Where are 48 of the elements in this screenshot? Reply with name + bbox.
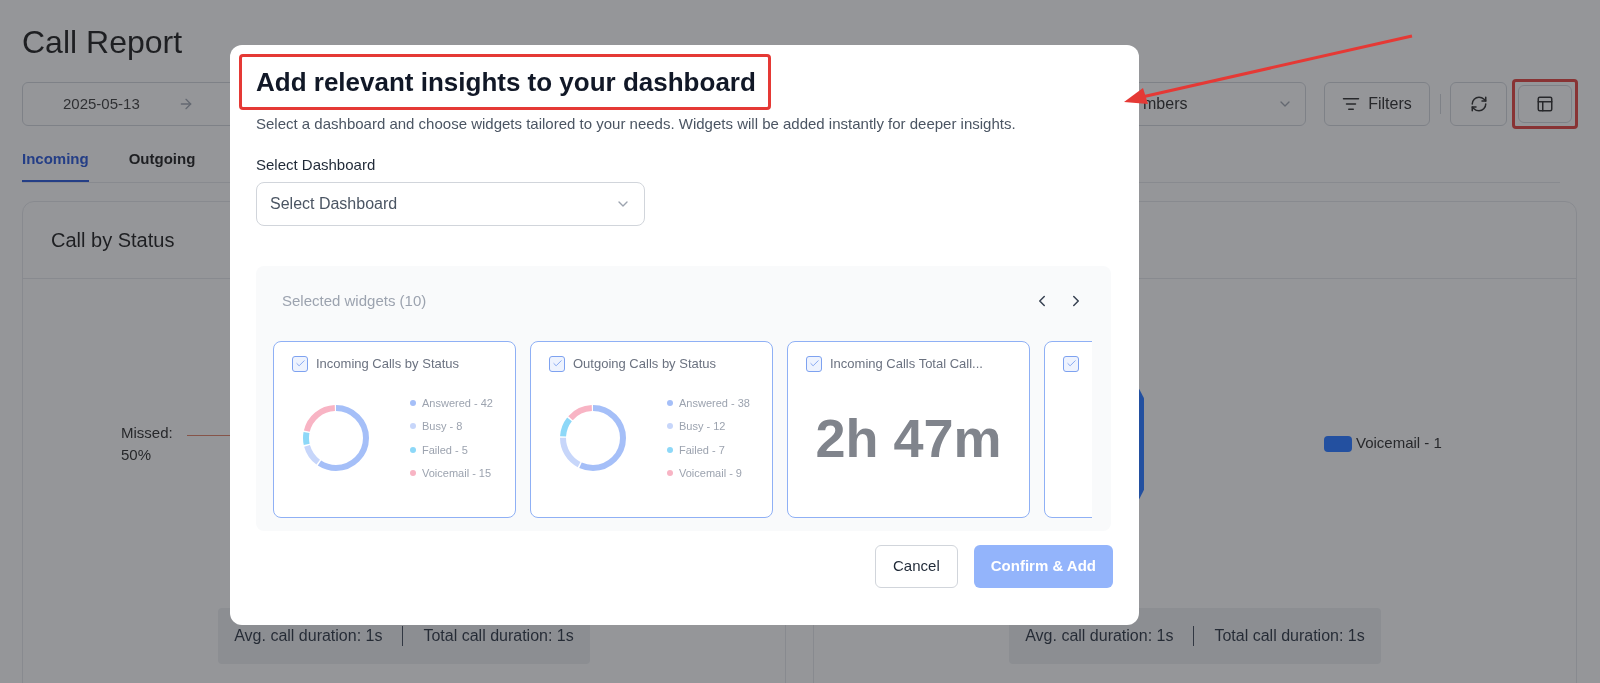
field-label: Select Dashboard <box>256 154 377 175</box>
modal-subtitle: Select a dashboard and choose widgets tailored to your needs. Widgets will be added instantly for deeper insights. <box>256 114 1017 134</box>
page-title: Call Report <box>22 24 184 60</box>
legend-label: Voicemail - 15 <box>422 466 492 481</box>
check-icon <box>551 358 563 369</box>
legend-label: Failed - 7 <box>679 442 725 458</box>
start-date: 2025-05-13 <box>63 93 140 114</box>
modal-title: Add relevant insights to your dashboard <box>256 67 756 97</box>
select-placeholder: Select Dashboard <box>270 194 398 214</box>
legend-label: Busy - 12 <box>679 419 726 434</box>
widget-card[interactable]: Incoming Calls by Status Answered - 42 Busy - 8 Failed - 5 Voicemail - 15 <box>273 340 516 518</box>
widget-title: Incoming Calls Total Call... <box>830 354 983 373</box>
legend-label: Voicemail - 9 <box>679 466 742 481</box>
widget-card[interactable]: Outgoing Calls by Status Answered - 38 Busy - 12 Failed - 7 Voicemail - 9 <box>530 340 773 518</box>
filters-button[interactable]: Filters <box>1324 82 1430 126</box>
check-icon <box>808 358 820 369</box>
layout-icon <box>1536 95 1554 113</box>
check-icon <box>1065 358 1077 369</box>
legend-label: Voicemail - 1 <box>1356 433 1442 454</box>
widget-title: Incoming Calls by Status <box>316 354 460 373</box>
members-select-text: mbers <box>1143 94 1188 114</box>
tab[interactable]: Outgoing <box>128 147 196 182</box>
widget-title: Outgoing Calls by Status <box>573 354 717 373</box>
widget-value: 2h 47m <box>815 406 1002 470</box>
widgets-heading: Selected widgets (10) <box>282 291 427 311</box>
legend-label: Busy - 8 <box>422 419 463 434</box>
refresh-icon <box>1469 95 1488 113</box>
filter-icon <box>1342 95 1361 113</box>
widget-checkbox[interactable] <box>549 355 565 372</box>
legend-label: Failed - 5 <box>422 442 468 458</box>
widget-checkbox[interactable] <box>1063 355 1079 372</box>
refresh-button[interactable] <box>1450 82 1507 126</box>
layout-button[interactable] <box>1518 85 1572 123</box>
legend-label: Answered - 42 <box>422 395 493 411</box>
widget-checkbox[interactable] <box>292 355 308 372</box>
tab[interactable]: Incoming <box>22 147 89 182</box>
stat-text: Total call duration: 1s <box>423 626 574 646</box>
dashboard-select[interactable]: Select Dashboard <box>256 182 645 226</box>
cancel-button[interactable]: Cancel <box>875 545 958 588</box>
stat-text: Avg. call duration: 1s <box>1025 626 1174 646</box>
card-title: Call by Status <box>51 228 175 253</box>
widget-card[interactable]: Incoming Calls Total Call... 2h 47m <box>787 340 1030 518</box>
chart-label: Missed: 50% <box>121 422 174 465</box>
widget-checkbox[interactable] <box>806 355 822 372</box>
check-icon <box>294 358 306 369</box>
legend-label: Answered - 38 <box>679 395 750 411</box>
stat-text: Total call duration: 1s <box>1214 626 1365 646</box>
stat-text: Avg. call duration: 1s <box>234 626 383 646</box>
